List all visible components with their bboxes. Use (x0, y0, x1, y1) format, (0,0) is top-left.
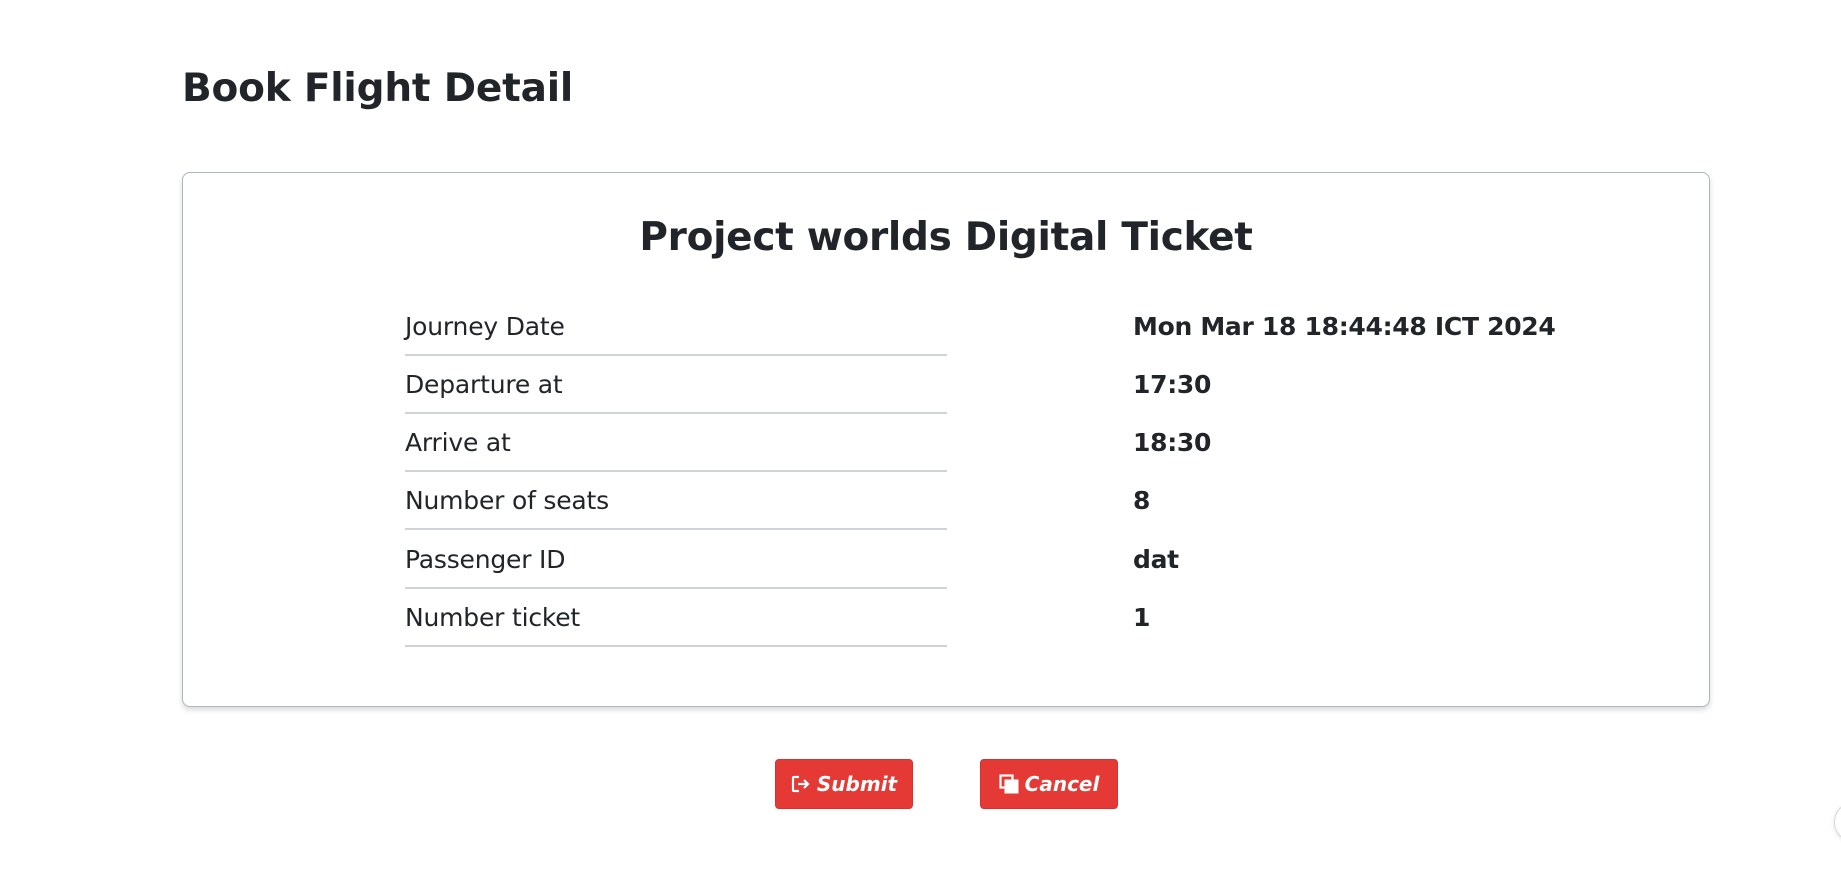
detail-row-number-ticket: Number ticket 1 (405, 592, 1605, 650)
detail-label: Arrive at (405, 417, 947, 472)
ticket-card: Project worlds Digital Ticket Journey Da… (182, 172, 1710, 707)
detail-value: 17:30 (1133, 370, 1212, 399)
submit-button[interactable]: Submit (775, 759, 913, 809)
detail-row-passenger-id: Passenger ID dat (405, 534, 1605, 592)
detail-row-arrive: Arrive at 18:30 (405, 417, 1605, 475)
detail-value: dat (1133, 545, 1179, 574)
detail-row-departure: Departure at 17:30 (405, 359, 1605, 417)
detail-value: Mon Mar 18 18:44:48 ICT 2024 (1133, 312, 1556, 341)
detail-label: Journey Date (405, 301, 947, 356)
detail-value: 8 (1133, 486, 1151, 515)
floating-widget-button[interactable] (1834, 802, 1841, 842)
detail-label: Number of seats (405, 475, 947, 530)
detail-row-seats: Number of seats 8 (405, 475, 1605, 533)
detail-value: 18:30 (1133, 428, 1212, 457)
detail-row-journey-date: Journey Date Mon Mar 18 18:44:48 ICT 202… (405, 301, 1605, 359)
clone-icon (999, 774, 1019, 794)
detail-label: Departure at (405, 359, 947, 414)
ticket-title: Project worlds Digital Ticket (639, 215, 1253, 260)
sign-out-icon (791, 775, 810, 793)
detail-label: Number ticket (405, 592, 947, 647)
page-title: Book Flight Detail (182, 66, 574, 111)
detail-label: Passenger ID (405, 534, 947, 589)
cancel-button[interactable]: Cancel (980, 759, 1118, 809)
detail-value: 1 (1133, 603, 1151, 632)
submit-button-label: Submit (816, 772, 898, 796)
cancel-button-label: Cancel (1024, 772, 1100, 796)
